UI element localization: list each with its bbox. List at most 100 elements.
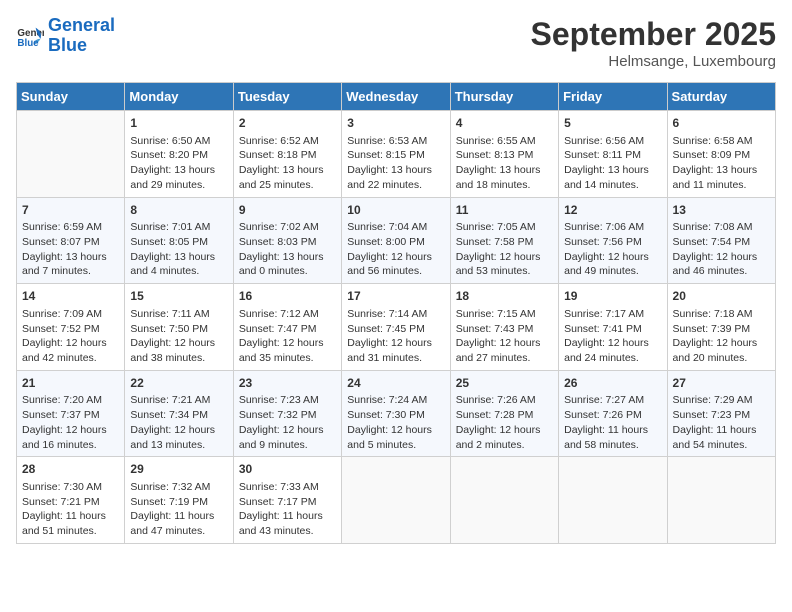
calendar-cell: 29 Sunrise: 7:32 AM Sunset: 7:19 PM Dayli… — [125, 457, 233, 544]
calendar-cell: 11Sunrise: 7:05 AM Sunset: 7:58 PM Dayli… — [450, 197, 558, 284]
weekday-header-saturday: Saturday — [667, 83, 775, 111]
logo-wordmark: General Blue — [48, 16, 115, 56]
day-number: 2 — [239, 115, 336, 132]
day-info: Sunrise: 7:30 AM Sunset: 7:21 PM Dayligh… — [22, 480, 119, 539]
day-info: Sunrise: 6:59 AM Sunset: 8:07 PM Dayligh… — [22, 220, 119, 279]
day-number: 25 — [456, 375, 553, 392]
calendar-cell: 8Sunrise: 7:01 AM Sunset: 8:05 PM Daylig… — [125, 197, 233, 284]
day-info: Sunrise: 7:20 AM Sunset: 7:37 PM Dayligh… — [22, 393, 119, 452]
calendar-cell: 15Sunrise: 7:11 AM Sunset: 7:50 PM Dayli… — [125, 284, 233, 371]
calendar-cell: 20 Sunrise: 7:18 AM Sunset: 7:39 PM Dayli… — [667, 284, 775, 371]
calendar-cell: 3Sunrise: 6:53 AM Sunset: 8:15 PM Daylig… — [342, 111, 450, 198]
day-info: Sunrise: 6:52 AM Sunset: 8:18 PM Dayligh… — [239, 134, 336, 193]
calendar-cell: 23Sunrise: 7:23 AM Sunset: 7:32 PM Dayli… — [233, 370, 341, 457]
day-number: 23 — [239, 375, 336, 392]
day-number: 12 — [564, 202, 661, 219]
day-number: 1 — [130, 115, 227, 132]
day-info: Sunrise: 7:18 AM Sunset: 7:39 PM Dayligh… — [673, 307, 770, 366]
calendar-cell: 27Sunrise: 7:29 AM Sunset: 7:23 PM Dayli… — [667, 370, 775, 457]
calendar-cell: 10Sunrise: 7:04 AM Sunset: 8:00 PM Dayli… — [342, 197, 450, 284]
calendar-cell: 30 Sunrise: 7:33 AM Sunset: 7:17 PM Dayli… — [233, 457, 341, 544]
day-info: Sunrise: 7:27 AM Sunset: 7:26 PM Dayligh… — [564, 393, 661, 452]
calendar-cell: 28 Sunrise: 7:30 AM Sunset: 7:21 PM Dayli… — [17, 457, 125, 544]
day-number: 22 — [130, 375, 227, 392]
calendar-cell: 12Sunrise: 7:06 AM Sunset: 7:56 PM Dayli… — [559, 197, 667, 284]
day-info: Sunrise: 7:01 AM Sunset: 8:05 PM Dayligh… — [130, 220, 227, 279]
day-number: 4 — [456, 115, 553, 132]
day-info: Sunrise: 7:12 AM Sunset: 7:47 PM Dayligh… — [239, 307, 336, 366]
calendar-cell: 21Sunrise: 7:20 AM Sunset: 7:37 PM Dayli… — [17, 370, 125, 457]
calendar-cell: 6Sunrise: 6:58 AM Sunset: 8:09 PM Daylig… — [667, 111, 775, 198]
day-number: 11 — [456, 202, 553, 219]
day-number: 15 — [130, 288, 227, 305]
day-number: 17 — [347, 288, 444, 305]
week-row-1: 1 Sunrise: 6:50 AM Sunset: 8:20 PM Daylig… — [17, 111, 776, 198]
weekday-header-sunday: Sunday — [17, 83, 125, 111]
calendar-cell: 26Sunrise: 7:27 AM Sunset: 7:26 PM Dayli… — [559, 370, 667, 457]
day-info: Sunrise: 7:32 AM Sunset: 7:19 PM Dayligh… — [130, 480, 227, 539]
calendar-cell: 19 Sunrise: 7:17 AM Sunset: 7:41 PM Dayli… — [559, 284, 667, 371]
day-number: 30 — [239, 461, 336, 478]
calendar-cell — [559, 457, 667, 544]
day-info: Sunrise: 7:26 AM Sunset: 7:28 PM Dayligh… — [456, 393, 553, 452]
day-number: 24 — [347, 375, 444, 392]
calendar-cell: 25Sunrise: 7:26 AM Sunset: 7:28 PM Dayli… — [450, 370, 558, 457]
title-area: September 2025 Helmsange, Luxembourg — [531, 16, 776, 70]
day-number: 9 — [239, 202, 336, 219]
day-info: Sunrise: 7:29 AM Sunset: 7:23 PM Dayligh… — [673, 393, 770, 452]
week-row-3: 14 Sunrise: 7:09 AM Sunset: 7:52 PM Dayli… — [17, 284, 776, 371]
day-number: 20 — [673, 288, 770, 305]
day-info: Sunrise: 7:05 AM Sunset: 7:58 PM Dayligh… — [456, 220, 553, 279]
day-number: 28 — [22, 461, 119, 478]
calendar-cell: 1 Sunrise: 6:50 AM Sunset: 8:20 PM Daylig… — [125, 111, 233, 198]
day-info: Sunrise: 6:50 AM Sunset: 8:20 PM Dayligh… — [130, 134, 227, 193]
day-number: 8 — [130, 202, 227, 219]
logo-general: General — [48, 15, 115, 35]
location-title: Helmsange, Luxembourg — [531, 53, 776, 70]
svg-text:Blue: Blue — [17, 38, 39, 49]
day-info: Sunrise: 6:56 AM Sunset: 8:11 PM Dayligh… — [564, 134, 661, 193]
calendar-cell: 13Sunrise: 7:08 AM Sunset: 7:54 PM Dayli… — [667, 197, 775, 284]
day-number: 29 — [130, 461, 227, 478]
day-info: Sunrise: 7:02 AM Sunset: 8:03 PM Dayligh… — [239, 220, 336, 279]
day-number: 5 — [564, 115, 661, 132]
calendar-cell: 5 Sunrise: 6:56 AM Sunset: 8:11 PM Daylig… — [559, 111, 667, 198]
day-number: 26 — [564, 375, 661, 392]
week-row-4: 21Sunrise: 7:20 AM Sunset: 7:37 PM Dayli… — [17, 370, 776, 457]
day-info: Sunrise: 7:14 AM Sunset: 7:45 PM Dayligh… — [347, 307, 444, 366]
calendar-cell: 24Sunrise: 7:24 AM Sunset: 7:30 PM Dayli… — [342, 370, 450, 457]
logo-blue: Blue — [48, 35, 87, 55]
week-row-5: 28 Sunrise: 7:30 AM Sunset: 7:21 PM Dayli… — [17, 457, 776, 544]
month-title: September 2025 — [531, 16, 776, 53]
day-info: Sunrise: 7:08 AM Sunset: 7:54 PM Dayligh… — [673, 220, 770, 279]
day-number: 14 — [22, 288, 119, 305]
logo-icon: General Blue — [16, 22, 44, 50]
calendar-table: SundayMondayTuesdayWednesdayThursdayFrid… — [16, 82, 776, 544]
weekday-header-monday: Monday — [125, 83, 233, 111]
calendar-cell — [667, 457, 775, 544]
day-number: 6 — [673, 115, 770, 132]
week-row-2: 7Sunrise: 6:59 AM Sunset: 8:07 PM Daylig… — [17, 197, 776, 284]
weekday-header-tuesday: Tuesday — [233, 83, 341, 111]
day-number: 7 — [22, 202, 119, 219]
day-info: Sunrise: 6:53 AM Sunset: 8:15 PM Dayligh… — [347, 134, 444, 193]
day-number: 13 — [673, 202, 770, 219]
weekday-header-wednesday: Wednesday — [342, 83, 450, 111]
day-info: Sunrise: 7:15 AM Sunset: 7:43 PM Dayligh… — [456, 307, 553, 366]
weekday-header-row: SundayMondayTuesdayWednesdayThursdayFrid… — [17, 83, 776, 111]
day-info: Sunrise: 7:04 AM Sunset: 8:00 PM Dayligh… — [347, 220, 444, 279]
logo: General Blue General Blue — [16, 16, 115, 56]
day-number: 21 — [22, 375, 119, 392]
calendar-cell: 17 Sunrise: 7:14 AM Sunset: 7:45 PM Dayli… — [342, 284, 450, 371]
calendar-cell: 16Sunrise: 7:12 AM Sunset: 7:47 PM Dayli… — [233, 284, 341, 371]
day-number: 19 — [564, 288, 661, 305]
day-info: Sunrise: 7:17 AM Sunset: 7:41 PM Dayligh… — [564, 307, 661, 366]
day-number: 18 — [456, 288, 553, 305]
weekday-header-friday: Friday — [559, 83, 667, 111]
calendar-cell — [342, 457, 450, 544]
day-info: Sunrise: 7:09 AM Sunset: 7:52 PM Dayligh… — [22, 307, 119, 366]
day-info: Sunrise: 7:33 AM Sunset: 7:17 PM Dayligh… — [239, 480, 336, 539]
day-info: Sunrise: 7:21 AM Sunset: 7:34 PM Dayligh… — [130, 393, 227, 452]
calendar-cell: 18 Sunrise: 7:15 AM Sunset: 7:43 PM Dayli… — [450, 284, 558, 371]
calendar-cell: 14 Sunrise: 7:09 AM Sunset: 7:52 PM Dayli… — [17, 284, 125, 371]
